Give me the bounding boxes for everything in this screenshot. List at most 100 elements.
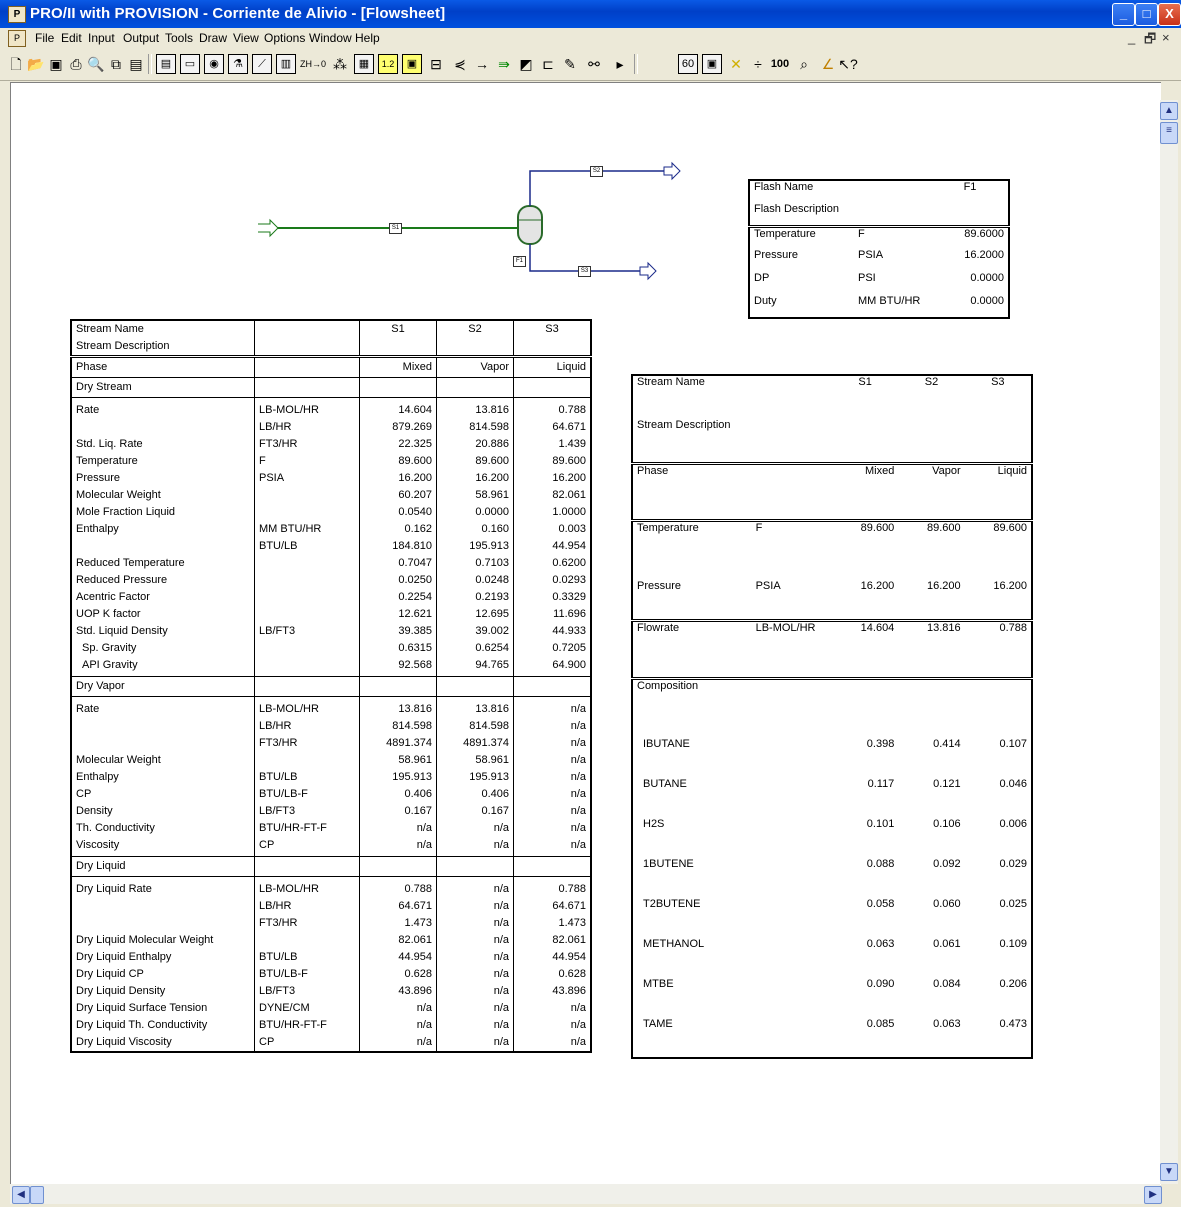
flash-table[interactable]: Flash Name F1 Flash Description Temperat… <box>748 179 1010 319</box>
table-row: Flash Description <box>749 203 1009 226</box>
table-cell: Rate <box>76 703 100 715</box>
dry-liquid-units: LB-MOL/HR LB/HR FT3/HR BTU/LB BTU/LB-F LB/FT3… <box>254 876 360 1052</box>
table-cell <box>259 752 355 769</box>
table-cell: LB/FT3 <box>259 985 296 997</box>
flash-temp-value: 89.6000 <box>932 224 1009 249</box>
table-cell <box>752 778 832 818</box>
table-cell: 0.046 <box>999 778 1027 790</box>
summary-pressure-s1: 16.200 <box>860 580 895 592</box>
table-cell: 0.162 <box>404 523 432 535</box>
stream-summary-table[interactable]: Stream Name S1 S2 S3 Stream Description … <box>631 374 1033 1059</box>
table-cell: 0.7047 <box>398 557 432 569</box>
table-cell <box>259 657 355 674</box>
table-cell <box>76 718 250 735</box>
table-cell: FT3/HR <box>259 438 298 450</box>
col-s3: S3 <box>545 323 559 335</box>
dry-vapor-s2: 13.816 814.598 4891.374 58.961 195.913 0.406 0… <box>436 696 514 857</box>
table-cell: 82.061 <box>398 934 432 946</box>
summary-phase-label: Phase <box>632 461 752 520</box>
table-cell: BUTANE <box>643 778 687 790</box>
table-cell: Molecular Weight <box>76 489 161 501</box>
table-cell <box>259 606 355 623</box>
table-cell: 44.954 <box>552 540 586 552</box>
col-s1: S1 <box>359 320 437 357</box>
dry-vapor-s1: 13.816 814.598 4891.374 58.961 195.913 0.406 0… <box>359 696 437 857</box>
table-cell: n/a <box>493 917 509 929</box>
table-cell: 44.954 <box>398 951 432 963</box>
table-cell: Acentric Factor <box>76 591 150 603</box>
table-cell: BTU/LB <box>259 540 298 552</box>
scroll-left-button[interactable]: ◀ <box>12 1186 30 1204</box>
table-cell: 184.810 <box>392 540 432 552</box>
vapor-stream-line[interactable] <box>529 161 681 206</box>
table-cell: Reduced Temperature <box>76 557 185 569</box>
table-cell: CP <box>259 839 275 851</box>
flash-dp-label: DP <box>754 272 770 284</box>
table-cell: Dry Liquid Density <box>76 985 166 997</box>
table-cell: Dry Liquid Enthalpy <box>76 951 172 963</box>
summary-stream-name-label: Stream Name <box>637 376 705 388</box>
table-cell: 13.816 <box>475 703 509 715</box>
table-cell: Dry Liquid Molecular Weight <box>76 934 214 946</box>
stream-label-s1[interactable]: S1 <box>389 223 402 234</box>
table-cell <box>752 818 832 858</box>
table-cell <box>752 1018 832 1058</box>
table-cell <box>259 932 355 949</box>
unit-label-f1[interactable]: F1 <box>513 256 526 267</box>
table-cell <box>752 858 832 898</box>
table-cell: 58.961 <box>398 754 432 766</box>
vertical-scrollbar[interactable]: ▲ ≡ ▼ <box>1160 100 1178 1184</box>
liquid-stream-line[interactable] <box>529 244 657 281</box>
summary-phase-s1: Mixed <box>831 461 899 520</box>
table-cell: Dry Liquid Surface Tension <box>76 1002 208 1014</box>
table-cell <box>259 555 355 572</box>
table-cell: 0.0250 <box>398 574 432 586</box>
table-cell: 0.788 <box>558 883 586 895</box>
summary-temp-label: Temperature <box>632 518 752 580</box>
stream-name-label: Stream Name <box>76 323 144 335</box>
table-cell: 89.600 <box>552 455 586 467</box>
table-cell: 0.2254 <box>398 591 432 603</box>
table-cell: 0.029 <box>999 858 1027 870</box>
table-cell: 0.628 <box>404 968 432 980</box>
table-cell <box>752 978 832 1018</box>
phase-row: Phase Mixed Vapor Liquid <box>71 355 591 378</box>
table-cell: n/a <box>570 771 586 783</box>
scroll-up-button[interactable]: ▲ <box>1160 102 1178 120</box>
table-cell: 0.025 <box>999 898 1027 910</box>
stream-label-s3[interactable]: S3 <box>578 266 591 277</box>
table-cell: 16.200 <box>398 472 432 484</box>
table-cell: 0.406 <box>404 788 432 800</box>
table-row: Temperature F 89.6000 <box>749 224 1009 249</box>
table-cell: 0.088 <box>866 858 895 870</box>
table-cell: 12.621 <box>398 608 432 620</box>
flash-pressure-value: 16.2000 <box>964 249 1004 261</box>
stream-label-s2[interactable]: S2 <box>590 166 603 177</box>
table-cell: 0.061 <box>933 938 961 950</box>
vertical-scroll-thumb[interactable]: ≡ <box>1160 122 1178 144</box>
table-cell: Temperature <box>76 455 138 467</box>
summary-phase-s2: Vapor <box>898 461 965 520</box>
summary-flowrate-unit: LB-MOL/HR <box>751 618 832 678</box>
table-cell: 94.765 <box>475 659 509 671</box>
table-cell <box>76 538 250 555</box>
summary-temp-unit: F <box>751 518 832 580</box>
stream-property-table[interactable]: Stream Name Stream Description S1 S2 S3 P… <box>70 319 592 1053</box>
flash-drum[interactable] <box>517 205 543 245</box>
scroll-right-button[interactable]: ▶ <box>1144 1186 1162 1204</box>
feed-stream-line[interactable] <box>258 218 517 238</box>
table-cell: Pressure <box>76 472 121 484</box>
table-cell: 58.961 <box>475 754 509 766</box>
summary-composition-label: Composition <box>632 676 752 738</box>
table-cell: 0.0248 <box>475 574 509 586</box>
table-row: Composition <box>632 676 1032 738</box>
horizontal-scroll-thumb[interactable] <box>30 1186 44 1204</box>
scroll-down-button[interactable]: ▼ <box>1160 1163 1178 1181</box>
table-cell: BTU/HR-FT-F <box>259 822 327 834</box>
horizontal-scrollbar[interactable]: ◀ ▶ <box>10 1184 1162 1204</box>
composition-row: METHANOL 0.063 0.061 0.109 <box>632 938 1032 978</box>
table-cell: Viscosity <box>76 839 120 851</box>
flash-duty-unit: MM BTU/HR <box>858 295 921 307</box>
flash-desc-label: Flash Description <box>754 203 839 215</box>
table-cell: 0.0540 <box>398 506 432 518</box>
